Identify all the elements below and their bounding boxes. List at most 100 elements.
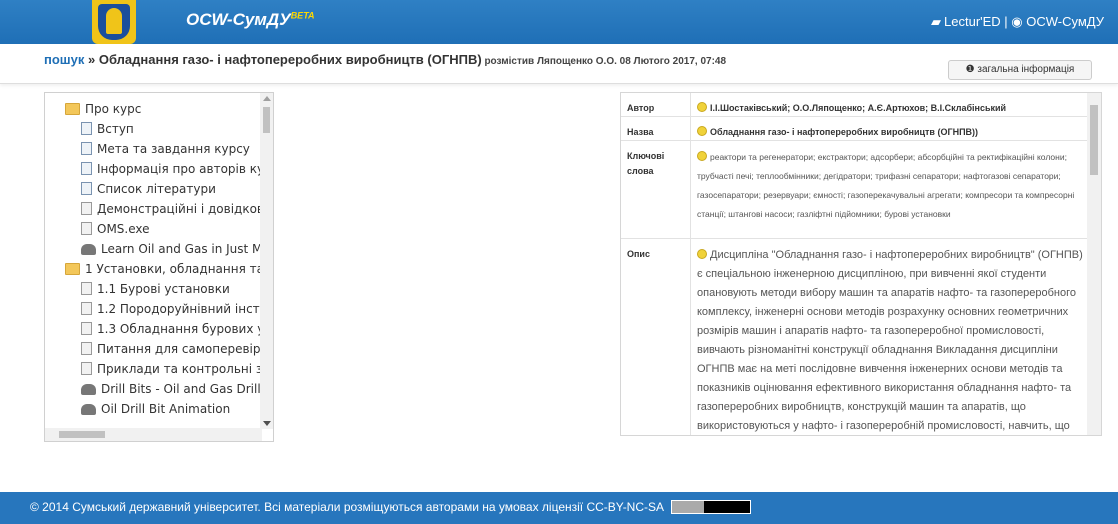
tree-list: Про курс Вступ Мета та завдання курсу Ін… <box>45 93 262 429</box>
doc-icon <box>81 122 92 135</box>
page-icon <box>81 202 92 215</box>
tree-horizontal-scrollbar[interactable] <box>45 428 262 441</box>
status-dot-icon <box>697 249 707 259</box>
doc-icon <box>81 142 92 155</box>
folder-icon <box>65 263 80 275</box>
tree-item-label: 1.3 Обладнання бурових устано <box>97 322 262 336</box>
tree-item-label: OMS.exe <box>97 222 150 236</box>
tree-item[interactable]: Oil Drill Bit Animation <box>81 399 230 419</box>
doc-icon <box>81 182 92 195</box>
scroll-up-arrow[interactable] <box>263 96 271 101</box>
tree-item[interactable]: Про курс <box>65 99 141 119</box>
tree-item[interactable]: 1 Установки, обладнання та інстру <box>65 259 262 279</box>
tree-item[interactable]: Демонстраційні і довідкові мате <box>81 199 262 219</box>
tree-vertical-scrollbar[interactable] <box>260 93 273 429</box>
description-text: Дисципліна "Обладнання газо- і нафтопере… <box>697 249 1083 432</box>
breadcrumb-separator: » <box>84 52 99 67</box>
tree-item[interactable]: Learn Oil and Gas in Just Minutes <box>81 239 262 259</box>
author-value: І.І.Шостаківський; О.О.Ляпощенко; А.Є.Ар… <box>691 93 1089 116</box>
cc-license-icon[interactable] <box>670 500 751 514</box>
link-icon <box>81 384 96 395</box>
tree-item[interactable]: 1.1 Бурові установки <box>81 279 230 299</box>
general-info-label: загальна інформація <box>977 64 1075 75</box>
title-text: Обладнання газо- і нафтопереробних вироб… <box>710 127 979 137</box>
description-value: Дисципліна "Обладнання газо- і нафтопере… <box>691 239 1089 435</box>
link-icon <box>81 404 96 415</box>
metadata-panel: Автор І.І.Шостаківський; О.О.Ляпощенко; … <box>620 92 1102 436</box>
brand-title[interactable]: ОСW-СумДУBETA <box>186 10 315 30</box>
breadcrumb-bar: пошук » Обладнання газо- і нафтопереробн… <box>0 44 1118 84</box>
tree-item[interactable]: Мета та завдання курсу <box>81 139 250 159</box>
tree-item-label: Питання для самоперевірки <box>97 342 262 356</box>
scroll-thumb[interactable] <box>59 431 105 438</box>
keywords-row: Ключові слова реактори та регенератори; … <box>621 141 1089 239</box>
footer-text: © 2014 Сумський державний університет. В… <box>30 500 751 514</box>
keywords-label: Ключові слова <box>621 141 691 238</box>
tree-item-label: Про курс <box>85 102 142 116</box>
tree-item-label: Вступ <box>97 122 134 136</box>
page-icon <box>81 322 92 335</box>
keywords-text: реактори та регенератори; екстрактори; а… <box>697 152 1075 219</box>
tree-item[interactable]: 1.2 Породоруйнівний інструмен <box>81 299 262 319</box>
link-icon <box>81 244 96 255</box>
copyright-text: © 2014 Сумський державний університет. В… <box>30 500 664 514</box>
scroll-thumb[interactable] <box>263 107 270 133</box>
page-icon <box>81 302 92 315</box>
book-icon: ▰ <box>931 14 942 29</box>
info-icon: ❶ <box>965 64 975 75</box>
breadcrumb: пошук » Обладнання газо- і нафтопереробн… <box>44 52 726 67</box>
top-right-nav[interactable]: ▰ Lectur'ED | ◉ ОСW-СумДУ <box>931 14 1104 30</box>
course-tree: Про курс Вступ Мета та завдання курсу Ін… <box>44 92 274 442</box>
brand-name: ОСW-СумДУ <box>186 10 291 29</box>
description-row: Опис Дисципліна "Обладнання газо- і нафт… <box>621 239 1089 435</box>
footer: © 2014 Сумський державний університет. В… <box>0 492 1118 524</box>
page-icon <box>81 342 92 355</box>
beta-badge: BETA <box>290 10 315 21</box>
tree-item-label: 1 Установки, обладнання та інстру <box>85 262 262 276</box>
author-row: Автор І.І.Шостаківський; О.О.Ляпощенко; … <box>621 93 1089 117</box>
tree-item[interactable]: Список літератури <box>81 179 216 199</box>
page-icon <box>81 222 92 235</box>
tree-item-label: Список літератури <box>97 182 216 196</box>
page-icon <box>81 362 92 375</box>
nav-links[interactable]: Lectur'ED | ◉ ОСW-СумДУ <box>944 14 1104 29</box>
status-dot-icon <box>697 102 707 112</box>
page-title: Обладнання газо- і нафтопереробних вироб… <box>98 52 482 67</box>
tree-item[interactable]: Питання для самоперевірки <box>81 339 262 359</box>
scroll-thumb[interactable] <box>1090 105 1098 175</box>
top-bar: ОСW-СумДУBETA ▰ Lectur'ED | ◉ ОСW-СумДУ <box>0 0 1118 44</box>
title-value: Обладнання газо- і нафтопереробних вироб… <box>691 117 1089 140</box>
doc-icon <box>81 162 92 175</box>
author-label: Автор <box>621 93 691 116</box>
tree-item[interactable]: Drill Bits - Oil and Gas Drilling: Fr <box>81 379 262 399</box>
tree-item[interactable]: Вступ <box>81 119 134 139</box>
tree-item-label: Drill Bits - Oil and Gas Drilling: Fr <box>101 382 262 396</box>
tree-item-label: Oil Drill Bit Animation <box>101 402 231 416</box>
tree-item[interactable]: 1.3 Обладнання бурових устано <box>81 319 262 339</box>
tree-item-label: Мета та завдання курсу <box>97 142 250 156</box>
search-link[interactable]: пошук <box>44 52 84 67</box>
title-label: Назва <box>621 117 691 140</box>
tree-item-label: 1.1 Бурові установки <box>97 282 230 296</box>
author-text: І.І.Шостаківський; О.О.Ляпощенко; А.Є.Ар… <box>710 103 1007 113</box>
metadata-scrollbar[interactable] <box>1087 93 1101 435</box>
page-icon <box>81 282 92 295</box>
status-dot-icon <box>697 151 707 161</box>
tree-item-label: Learn Oil and Gas in Just Minutes <box>101 242 262 256</box>
tree-item-label: Інформація про авторів курсу <box>97 162 262 176</box>
tree-item-label: 1.2 Породоруйнівний інструмен <box>97 302 262 316</box>
title-row: Назва Обладнання газо- і нафтопереробних… <box>621 117 1089 141</box>
general-info-button[interactable]: ❶ загальна інформація <box>948 60 1092 80</box>
tree-item[interactable]: OMS.exe <box>81 219 150 239</box>
tree-item-label: Приклади та контрольні завдан <box>97 362 262 376</box>
folder-icon <box>65 103 80 115</box>
scroll-down-arrow[interactable] <box>263 421 271 426</box>
status-dot-icon <box>697 126 707 136</box>
tree-item-label: Демонстраційні і довідкові мате <box>97 202 262 216</box>
tree-item[interactable]: Інформація про авторів курсу <box>81 159 262 179</box>
keywords-value: реактори та регенератори; екстрактори; а… <box>691 141 1089 224</box>
posted-by: розмістив Ляпощенко О.О. 08 Лютого 2017,… <box>481 56 727 67</box>
tree-item[interactable]: Приклади та контрольні завдан <box>81 359 262 379</box>
description-label: Опис <box>621 239 691 435</box>
university-logo[interactable] <box>92 0 136 44</box>
